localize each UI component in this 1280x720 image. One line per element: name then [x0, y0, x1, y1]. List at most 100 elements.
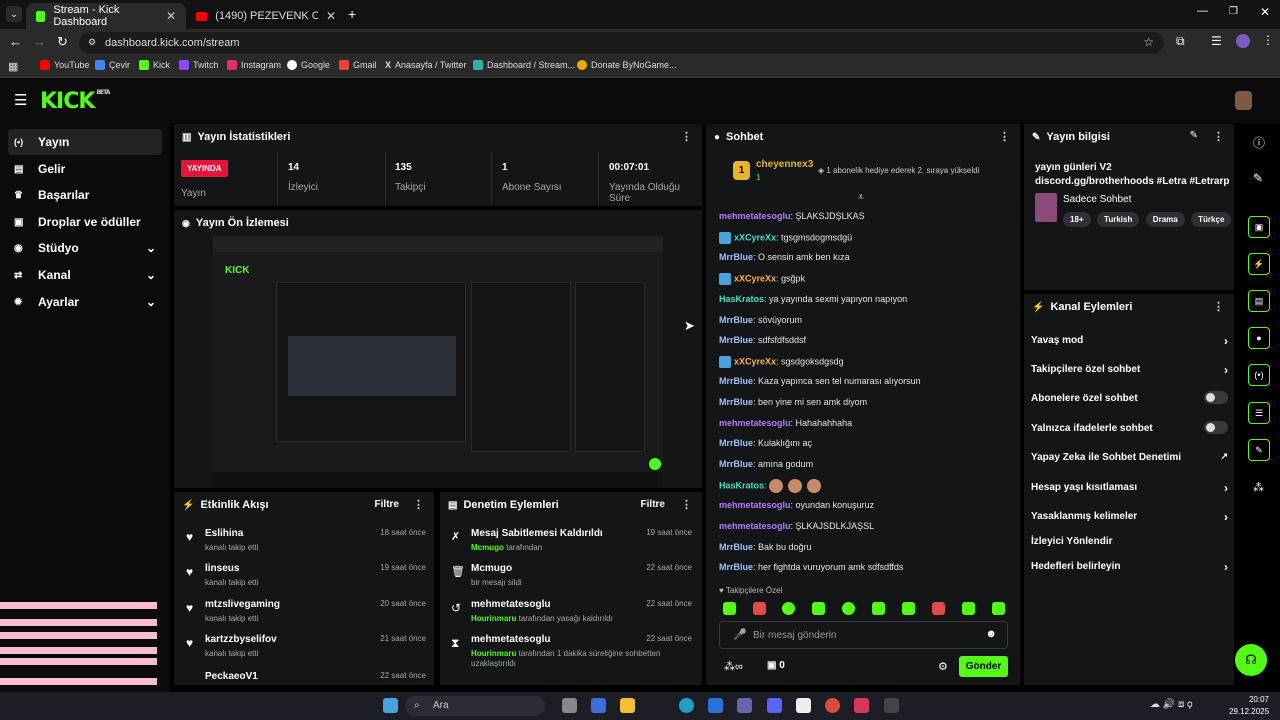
user-avatar[interactable]	[1235, 91, 1252, 110]
tab-list-button[interactable]: ⌄	[6, 6, 22, 22]
chat-username[interactable]: HasKratos	[719, 480, 764, 490]
sidebar-item-yayin[interactable]: (•) Yayın	[8, 129, 162, 155]
bookmark-twitter[interactable]: X Anasayfa / Twitter	[385, 60, 466, 70]
taskbar-app-icon[interactable]	[884, 698, 899, 713]
edge-icon[interactable]	[679, 698, 694, 713]
taskbar-app-icon[interactable]	[796, 698, 811, 713]
emote[interactable]	[812, 602, 825, 615]
extensions-icon[interactable]: ⧉	[1176, 34, 1185, 49]
taskbar-app-icon[interactable]	[854, 698, 869, 713]
tab-kick-dashboard[interactable]: Stream - Kick Dashboard ✕	[26, 3, 186, 29]
chat-username[interactable]: xXCyreXx	[734, 356, 776, 366]
chat-username[interactable]: mehmetatesoglu	[719, 500, 791, 510]
chat-username[interactable]: MrrBlue	[719, 397, 753, 407]
emote[interactable]	[932, 602, 945, 615]
mail-icon[interactable]	[708, 698, 723, 713]
close-tab-icon[interactable]: ✕	[326, 9, 336, 23]
chat-username[interactable]: MrrBlue	[719, 542, 753, 552]
emote[interactable]	[992, 602, 1005, 615]
rail-wrench-icon[interactable]: ✎	[1248, 439, 1270, 461]
forward-icon[interactable]: →	[33, 34, 46, 49]
toggle-switch[interactable]	[1204, 421, 1228, 434]
tag[interactable]: Drama	[1145, 212, 1185, 227]
taskbar-app-icon[interactable]	[562, 698, 577, 713]
channel-action-row[interactable]: İzleyici Yönlendir	[1031, 536, 1228, 547]
bookmark-twitch[interactable]: Twitch	[179, 60, 219, 70]
close-window-icon[interactable]: ✕	[1260, 5, 1270, 19]
info-icon[interactable]: ⓘ	[1253, 134, 1265, 151]
support-chat-icon[interactable]: ☊	[1235, 644, 1267, 676]
rail-screen-icon[interactable]: ▣	[1248, 216, 1270, 238]
channel-action-row[interactable]: Yalnızca ifadelerle sohbet	[1031, 421, 1228, 434]
sidebar-item-studyo[interactable]: ◉ Stüdyo ⌄	[8, 235, 162, 261]
emote[interactable]	[723, 602, 736, 615]
bookmark-google[interactable]: Google	[287, 60, 330, 70]
site-info-icon[interactable]: ⚙	[88, 37, 96, 48]
new-tab-button[interactable]: +	[348, 6, 356, 22]
tag[interactable]: Turkish	[1097, 212, 1140, 227]
channel-action-row[interactable]: Takipçilere özel sohbet ›	[1031, 363, 1228, 377]
windows-start-icon[interactable]	[383, 698, 398, 713]
channel-action-row[interactable]: Yapay Zeka ile Sohbet Denetimi ↗	[1031, 451, 1228, 463]
kick-logo[interactable]: KICK BETA	[40, 89, 110, 114]
bookmark-youtube[interactable]: YouTube	[40, 60, 89, 70]
folder-icon[interactable]	[620, 698, 635, 713]
chat-username[interactable]: xXCyreXx	[734, 273, 776, 283]
apps-grid-icon[interactable]: ▦	[8, 60, 18, 73]
chat-username[interactable]: HasKratos	[719, 294, 764, 304]
chat-input[interactable]: 🎤 Bir mesaj gönderin ☻	[719, 621, 1008, 649]
chat-username[interactable]: MrrBlue	[719, 562, 753, 572]
emoji-icon[interactable]: ☻	[985, 628, 997, 640]
taskbar-search[interactable]: ⌕ Ara	[405, 696, 545, 716]
chat-username[interactable]: xXCyreXx	[734, 232, 776, 242]
bookmark-star-icon[interactable]: ☆	[1143, 35, 1154, 49]
url-input[interactable]: ⚙ dashboard.kick.com/stream ☆	[79, 32, 1164, 54]
activity-filter-button[interactable]: Filtre	[375, 499, 399, 510]
close-tab-icon[interactable]: ✕	[166, 9, 176, 23]
category-name[interactable]: Sadece Sohbet	[1063, 194, 1131, 205]
more-options-icon[interactable]: ⋮	[1213, 130, 1224, 143]
restore-icon[interactable]: ❐	[1229, 6, 1238, 17]
chat-username[interactable]: MrrBlue	[719, 376, 753, 386]
more-options-icon[interactable]: ⋮	[413, 498, 424, 511]
more-options-icon[interactable]: ⋮	[1213, 300, 1224, 313]
rail-document-icon[interactable]: ▤	[1248, 290, 1270, 312]
chat-username[interactable]: MrrBlue	[719, 252, 753, 262]
chat-username[interactable]: mehmetatesoglu	[719, 211, 791, 221]
tab-youtube[interactable]: (1490) PEZEVENK OLUP ESC SA ✕	[186, 3, 346, 29]
more-options-icon[interactable]: ⋮	[681, 498, 692, 511]
bookmark-gmail[interactable]: Gmail	[339, 60, 377, 70]
chat-username[interactable]: mehmetatesoglu	[719, 418, 791, 428]
taskbar-clock[interactable]: 20:07 29.12.2025	[1229, 694, 1269, 718]
chat-username[interactable]: MrrBlue	[719, 438, 753, 448]
rail-lightning-icon[interactable]: ⚡	[1248, 253, 1270, 275]
chat-username[interactable]: MrrBlue	[719, 459, 753, 469]
moderation-filter-button[interactable]: Filtre	[641, 499, 665, 510]
bookmark-donate[interactable]: Donate ByNoGame...	[577, 60, 677, 70]
reading-list-icon[interactable]: ☰	[1211, 34, 1222, 48]
toggle-switch[interactable]	[1204, 391, 1228, 404]
hamburger-menu-icon[interactable]: ☰	[14, 91, 27, 109]
sidebar-item-ayarlar[interactable]: ✹ Ayarlar ⌄	[8, 289, 162, 315]
channel-action-row[interactable]: Hedefleri belirleyin ›	[1031, 560, 1228, 574]
edit-icon[interactable]: ✎	[1190, 130, 1198, 141]
users-icon[interactable]: ⁂∞	[724, 660, 743, 673]
back-icon[interactable]: ←	[9, 34, 22, 49]
emote[interactable]	[842, 602, 855, 615]
chat-username[interactable]: MrrBlue	[719, 335, 753, 345]
sidebar-item-kanal[interactable]: ⇄ Kanal ⌄	[8, 262, 162, 288]
microphone-icon[interactable]: 🎤	[733, 628, 747, 641]
more-options-icon[interactable]: ⋮	[681, 130, 692, 143]
channel-action-row[interactable]: Yavaş mod ›	[1031, 334, 1228, 348]
rail-broadcast-icon[interactable]: (•)	[1248, 364, 1270, 386]
emote[interactable]	[962, 602, 975, 615]
sidebar-item-droplar[interactable]: ▣ Droplar ve ödüller	[8, 209, 162, 235]
chat-settings-icon[interactable]: ⚙	[938, 660, 948, 673]
chat-scroll-indicator-icon[interactable]: ⩡	[858, 192, 864, 203]
taskbar-app-icon[interactable]	[591, 698, 606, 713]
channel-action-row[interactable]: Abonelere özel sohbet	[1031, 391, 1228, 404]
more-options-icon[interactable]: ⋮	[999, 130, 1010, 143]
profile-avatar[interactable]	[1236, 34, 1250, 48]
tray-icons[interactable]: ☁ 🔊 ⧈ ⚲	[1150, 699, 1193, 710]
bookmark-instagram[interactable]: Instagram	[227, 60, 281, 70]
